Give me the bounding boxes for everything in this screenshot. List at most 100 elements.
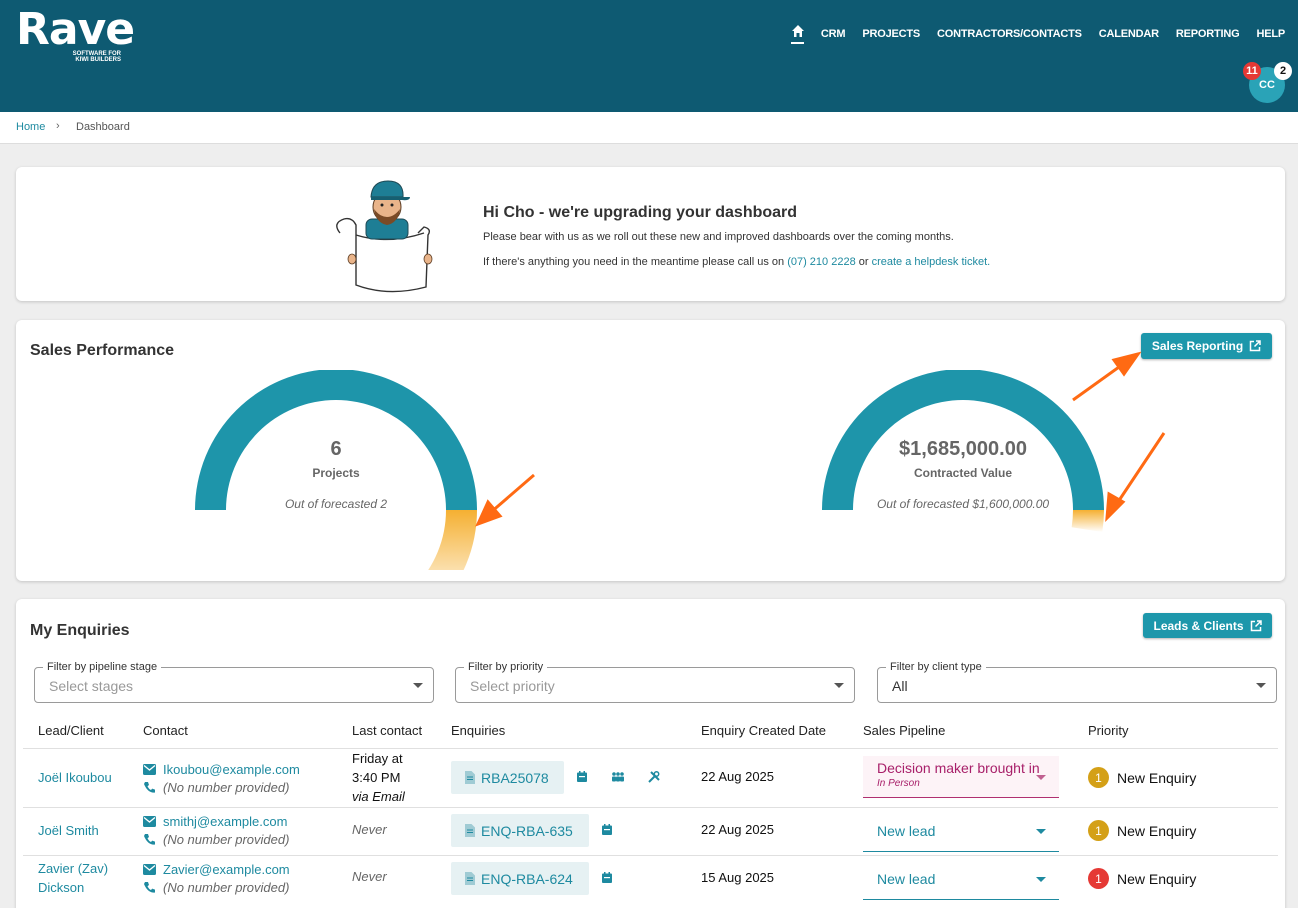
enquiry-chip[interactable]: RBA25078 xyxy=(451,761,564,794)
column-header-lead-client[interactable]: Lead/Client xyxy=(38,723,104,738)
enquiry-chip[interactable]: ENQ-RBA-635 xyxy=(451,814,589,847)
priority-label: New Enquiry xyxy=(1117,870,1197,887)
enquiry-number: ENQ-RBA-624 xyxy=(481,870,573,887)
my-enquiries-card: My Enquiries Leads & Clients Filter by p… xyxy=(16,599,1285,908)
client-name-last: Dickson xyxy=(38,880,85,895)
main-nav: CRM PROJECTS CONTRACTORS/CONTACTS CALEND… xyxy=(790,24,1298,44)
pipeline-stage: New lead xyxy=(877,871,936,887)
priority-label: New Enquiry xyxy=(1117,822,1197,839)
logo-tagline-2: KIWI BUILDERS xyxy=(75,57,121,63)
column-header-contact[interactable]: Contact xyxy=(143,723,188,738)
annotation-arrows xyxy=(475,351,1166,527)
priority-indicator[interactable]: 1 New Enquiry xyxy=(1088,820,1196,841)
column-header-created-date[interactable]: Enquiry Created Date xyxy=(701,723,826,738)
contact-email[interactable]: Ikoubou@example.com xyxy=(163,762,300,777)
priority-number: 1 xyxy=(1088,820,1109,841)
breadcrumb-separator: › xyxy=(56,120,60,132)
client-type-filter-label: Filter by client type xyxy=(886,661,986,673)
calendar-icon[interactable] xyxy=(602,872,612,883)
messages-badge[interactable]: 2 xyxy=(1274,62,1292,80)
nav-crm[interactable]: CRM xyxy=(821,28,846,40)
priority-filter-label: Filter by priority xyxy=(464,661,548,673)
pipeline-stage-filter-label: Filter by pipeline stage xyxy=(43,661,162,673)
column-header-last-contact[interactable]: Last contact xyxy=(352,723,422,738)
phone-icon xyxy=(144,881,155,893)
home-icon[interactable] xyxy=(790,24,805,44)
last-contact: Friday at 3:40 PM via Email xyxy=(352,749,405,806)
helpdesk-ticket-link[interactable]: create a helpdesk ticket. xyxy=(872,256,991,268)
chevron-down-icon xyxy=(1036,829,1046,834)
enquiry-chip[interactable]: ENQ-RBA-624 xyxy=(451,862,589,895)
my-enquiries-title: My Enquiries xyxy=(30,622,130,639)
client-name-link[interactable]: Joël Ikoubou xyxy=(38,768,112,787)
rave-logo[interactable]: Rave SOFTWARE FOR KIWI BUILDERS xyxy=(16,4,135,64)
external-link-icon xyxy=(1250,619,1262,631)
sales-pipeline-select[interactable]: New lead xyxy=(863,810,1059,852)
support-phone-link[interactable]: (07) 210 2228 xyxy=(787,256,856,268)
priority-number: 1 xyxy=(1088,767,1109,788)
leads-clients-button[interactable]: Leads & Clients xyxy=(1143,613,1272,638)
banner-title: Hi Cho - we're upgrading your dashboard xyxy=(483,204,798,221)
priority-indicator[interactable]: 1 New Enquiry xyxy=(1088,767,1196,788)
enquiry-number: RBA25078 xyxy=(481,769,549,786)
calendar-icon[interactable] xyxy=(577,771,587,782)
client-name-first: Zavier (Zav) xyxy=(38,861,109,876)
calendar-icon[interactable] xyxy=(602,824,612,835)
contact-email[interactable]: Zavier@example.com xyxy=(163,862,290,877)
client-name-link[interactable]: Zavier (Zav) Dickson xyxy=(38,859,108,897)
nav-contractors-contacts[interactable]: CONTRACTORS/CONTACTS xyxy=(937,28,1082,40)
priority-label: New Enquiry xyxy=(1117,769,1197,786)
email-icon xyxy=(143,863,156,875)
contact-details: smithj@example.com (No number provided) xyxy=(143,812,289,848)
last-contact: Never xyxy=(352,869,387,884)
notifications-badge[interactable]: 11 xyxy=(1243,62,1261,80)
tools-icon[interactable] xyxy=(648,771,660,783)
table-divider xyxy=(23,855,1278,856)
contact-email[interactable]: smithj@example.com xyxy=(163,814,287,829)
breadcrumb-home-link[interactable]: Home xyxy=(16,121,45,133)
contact-phone: (No number provided) xyxy=(163,831,290,847)
document-icon xyxy=(465,824,475,837)
sales-pipeline-select[interactable]: New lead xyxy=(863,858,1059,900)
column-header-enquiries[interactable]: Enquiries xyxy=(451,723,505,738)
enquiry-created-date: 22 Aug 2025 xyxy=(701,769,775,784)
chevron-down-icon xyxy=(834,683,844,688)
pipeline-stage-filter[interactable]: Filter by pipeline stage Select stages xyxy=(34,661,434,703)
enquiry-created-date: 15 Aug 2025 xyxy=(701,870,775,885)
document-icon xyxy=(465,872,475,885)
banner-help-line: If there's anything you need in the mean… xyxy=(483,256,990,268)
sales-pipeline-select[interactable]: Decision maker brought in In Person xyxy=(863,756,1059,798)
priority-filter[interactable]: Filter by priority Select priority xyxy=(455,661,855,703)
nav-calendar[interactable]: CALENDAR xyxy=(1099,28,1159,40)
pipeline-substage: In Person xyxy=(877,778,920,789)
banner-help-prefix: If there's anything you need in the mean… xyxy=(483,256,785,268)
phone-icon xyxy=(144,833,155,845)
nav-reporting[interactable]: REPORTING xyxy=(1176,28,1240,40)
document-icon xyxy=(465,771,475,784)
client-name-link[interactable]: Joël Smith xyxy=(38,821,99,840)
leads-clients-label: Leads & Clients xyxy=(1153,618,1244,633)
logo-word: Rave xyxy=(16,4,135,55)
column-header-sales-pipeline[interactable]: Sales Pipeline xyxy=(863,723,945,738)
banner-help-or: or xyxy=(858,256,869,268)
nav-help[interactable]: HELP xyxy=(1256,28,1285,40)
column-header-priority[interactable]: Priority xyxy=(1088,723,1128,738)
last-contact-method: via Email xyxy=(352,789,405,804)
chevron-down-icon xyxy=(1256,683,1266,688)
priority-placeholder: Select priority xyxy=(470,678,555,694)
pipeline-stage: Decision maker brought in xyxy=(877,760,1040,776)
builder-mascot-illustration xyxy=(328,175,448,300)
upgrade-banner-card: Hi Cho - we're upgrading your dashboard … xyxy=(16,167,1285,301)
table-divider xyxy=(23,748,1278,749)
people-icon[interactable] xyxy=(611,772,625,782)
chevron-down-icon xyxy=(1036,775,1046,780)
enquiry-created-date: 22 Aug 2025 xyxy=(701,822,775,837)
priority-indicator[interactable]: 1 New Enquiry xyxy=(1088,868,1196,889)
nav-projects[interactable]: PROJECTS xyxy=(862,28,920,40)
enquiry-number: ENQ-RBA-635 xyxy=(481,822,573,839)
contact-details: Ikoubou@example.com (No number provided) xyxy=(143,760,300,796)
contact-phone: (No number provided) xyxy=(163,879,290,895)
contact-details: Zavier@example.com (No number provided) xyxy=(143,860,290,896)
client-type-filter[interactable]: Filter by client type All xyxy=(877,661,1277,703)
client-type-value: All xyxy=(892,678,908,694)
